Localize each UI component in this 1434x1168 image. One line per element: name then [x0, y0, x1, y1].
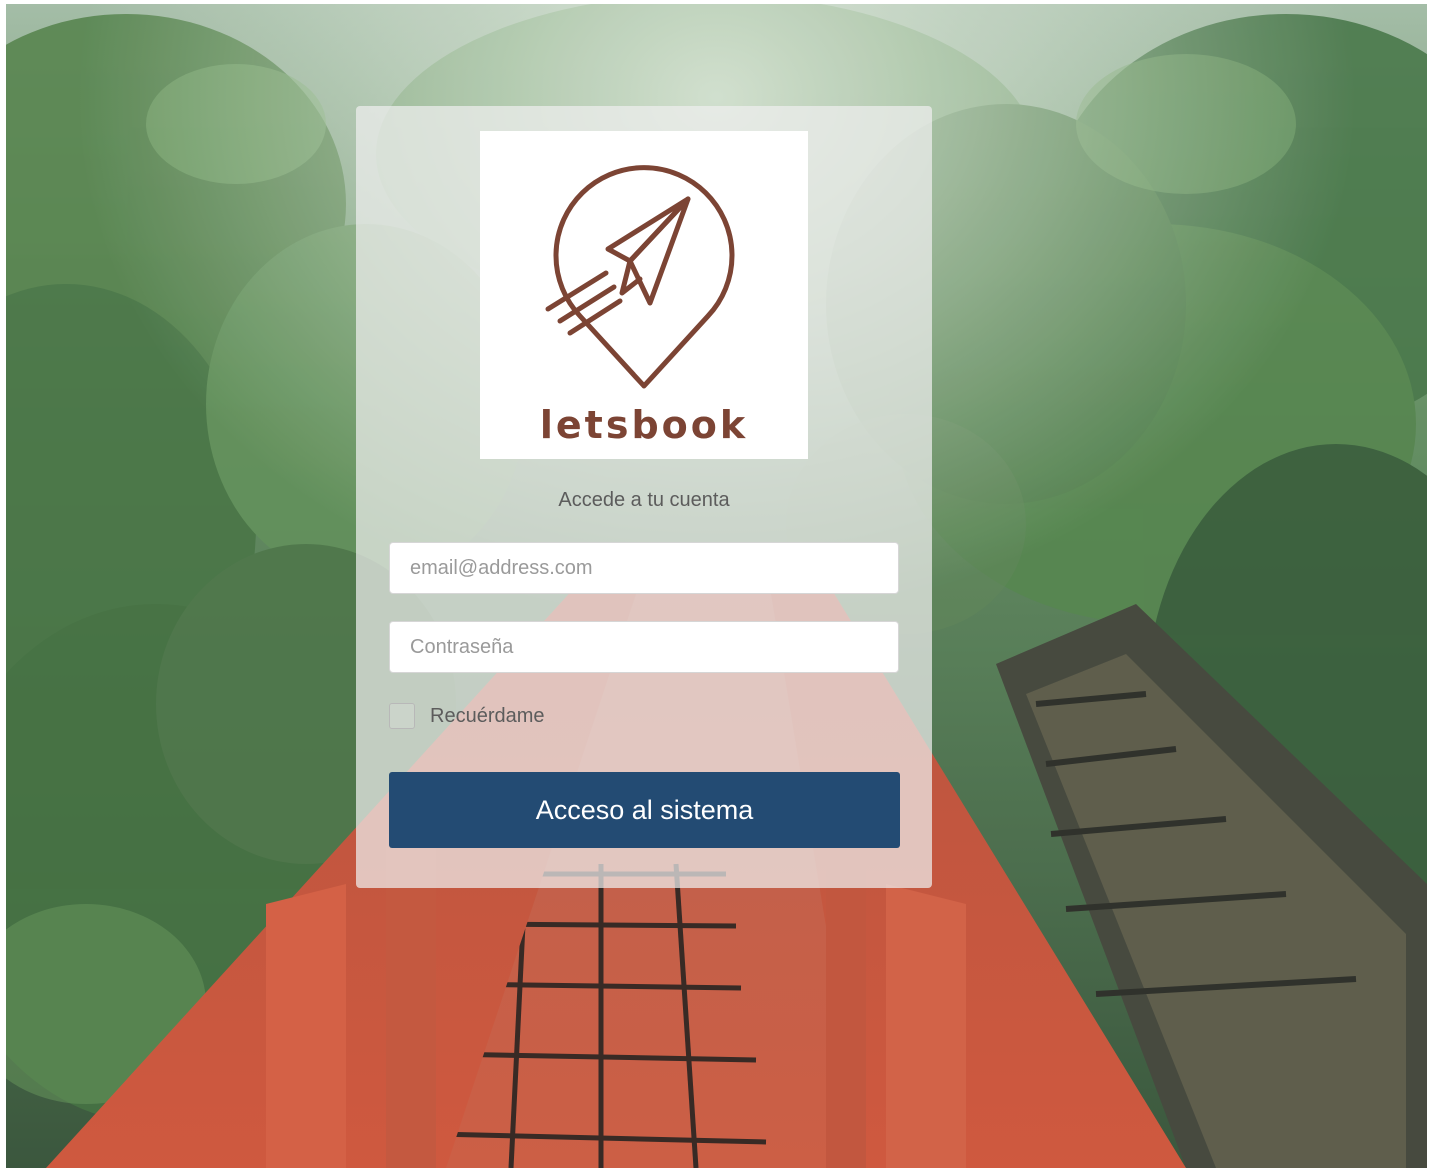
- login-subtitle: Accede a tu cuenta: [558, 489, 730, 511]
- login-button[interactable]: Acceso al sistema: [389, 772, 900, 848]
- brand-logo: letsbook: [480, 131, 808, 459]
- remember-me[interactable]: Recuérdame: [389, 702, 545, 730]
- brand-name: letsbook: [539, 403, 749, 447]
- remember-checkbox[interactable]: [389, 703, 415, 729]
- remember-label[interactable]: Recuérdame: [430, 705, 545, 728]
- email-field[interactable]: [389, 542, 899, 594]
- password-field[interactable]: [389, 621, 899, 673]
- login-page: letsbook Accede a tu cuenta Recuérdame A…: [6, 4, 1427, 1168]
- login-card: letsbook Accede a tu cuenta Recuérdame A…: [356, 106, 932, 888]
